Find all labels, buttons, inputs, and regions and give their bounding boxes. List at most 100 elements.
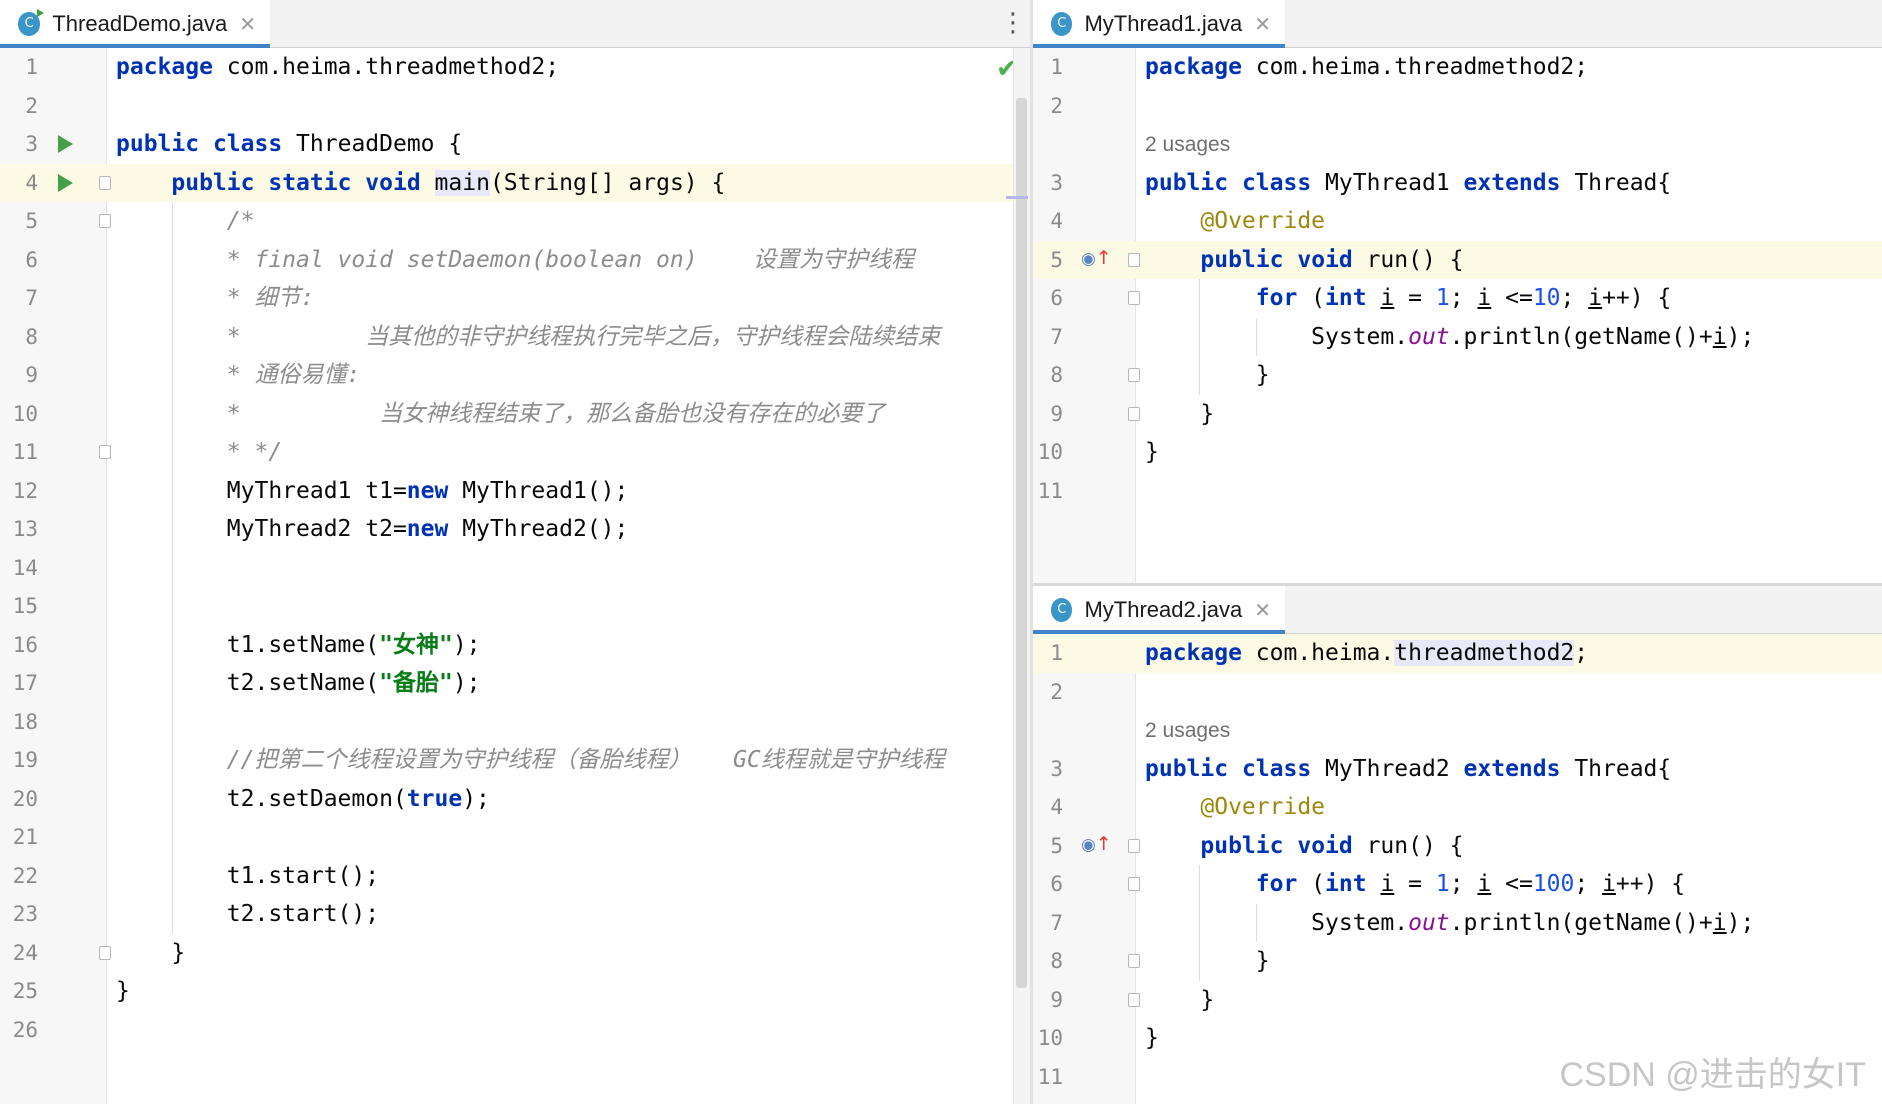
code-line[interactable]: 7 System.out.println(getName()+i); (1033, 904, 1882, 943)
fold-icon[interactable] (99, 945, 111, 960)
line-number: 6 (1050, 286, 1063, 310)
fold-icon[interactable] (1128, 954, 1140, 968)
line-number: 14 (12, 555, 38, 580)
code-line[interactable]: 5 public void run() { (1033, 827, 1882, 866)
code-line[interactable]: 21 (0, 818, 1013, 857)
fold-icon[interactable] (1128, 838, 1140, 853)
code-token: ); (1726, 323, 1755, 350)
left-scrollbar[interactable] (1013, 48, 1030, 1104)
code-line[interactable]: 17 t2.setName("备胎"); (0, 664, 1013, 703)
code-line[interactable]: 25} (0, 972, 1013, 1011)
code-text: public class MyThread1 extends Thread{ (1145, 164, 1671, 203)
scrollbar-thumb[interactable] (1016, 98, 1027, 988)
code-line[interactable]: 2 (1033, 87, 1882, 126)
code-token: ; (1449, 285, 1478, 311)
code-line[interactable]: 6 * final void setDaemon(boolean on) 设置为… (0, 241, 1013, 280)
fold-icon[interactable] (1128, 252, 1140, 267)
run-icon[interactable] (58, 173, 73, 192)
code-line[interactable]: 9 } (1033, 981, 1882, 1020)
close-icon[interactable]: ✕ (239, 12, 256, 36)
code-line[interactable]: 2 usages (1033, 711, 1882, 750)
code-text: for (int i = 1; i <=100; i++) { (1145, 865, 1685, 904)
code-line[interactable]: 22 t1.start(); (0, 857, 1013, 896)
code-line[interactable]: 8 * 当其他的非守护线程执行完毕之后，守护线程会陆续结束 (0, 318, 1013, 357)
code-line[interactable]: 11 (1033, 472, 1882, 511)
fold-icon[interactable] (1128, 877, 1140, 891)
tab-mythread2[interactable]: C MyThread2.java ✕ (1033, 586, 1285, 634)
code-token: ; (1560, 285, 1589, 311)
close-icon[interactable]: ✕ (1254, 598, 1271, 622)
fold-icon[interactable] (1128, 291, 1140, 305)
code-text: MyThread2 t2=new MyThread2(); (116, 510, 629, 549)
code-line[interactable]: 23 t2.start(); (0, 895, 1013, 934)
code-line[interactable]: 18 (0, 703, 1013, 742)
fold-icon[interactable] (1128, 368, 1140, 382)
code-line[interactable]: 10} (1033, 433, 1882, 472)
left-code-area[interactable]: 1 package com.heima.threadmethod2; 2 3 publi… (0, 48, 1013, 1104)
code-line[interactable]: 14 (0, 549, 1013, 588)
code-line[interactable]: 11 * */ (0, 433, 1013, 472)
code-line[interactable]: 13 MyThread2 t2=new MyThread2(); (0, 510, 1013, 549)
code-line[interactable]: 4 public static void main(String[] args)… (0, 163, 1013, 202)
code-line[interactable]: 8 } (1033, 942, 1882, 981)
fold-icon[interactable] (99, 214, 111, 228)
code-token: void (365, 169, 421, 196)
fold-icon[interactable] (99, 445, 111, 459)
fold-icon[interactable] (99, 175, 111, 190)
code-line[interactable]: 15 (0, 587, 1013, 626)
override-method-icon[interactable]: ◉↑ (1081, 247, 1112, 269)
code-line[interactable]: 19 //把第二个线程设置为守护线程（备胎线程） GC线程就是守护线程 (0, 741, 1013, 780)
code-line[interactable]: 9 * 通俗易懂: (0, 356, 1013, 395)
line-number: 22 (12, 863, 38, 888)
code-line[interactable]: 9 } (1033, 395, 1882, 434)
right-top-code-area[interactable]: 1 package com.heima.threadmethod2; 2 2 usag… (1033, 48, 1882, 583)
java-class-icon: C (1051, 11, 1073, 36)
code-line[interactable]: 1 package com.heima.threadmethod2; (1033, 634, 1882, 673)
code-line[interactable]: 2 (0, 87, 1013, 126)
code-token: extends (1463, 169, 1561, 196)
code-line[interactable]: 2 (1033, 673, 1882, 712)
code-line[interactable]: 7 * 细节: (0, 279, 1013, 318)
tab-mythread1[interactable]: C MyThread1.java ✕ (1033, 0, 1285, 48)
code-line[interactable]: 10 * 当女神线程结束了，那么备胎也没有存在的必要了 (0, 395, 1013, 434)
code-line[interactable]: 3 public class MyThread1 extends Thread{ (1033, 164, 1882, 203)
line-number: 1 (1050, 641, 1063, 665)
line-number: 24 (12, 940, 38, 965)
fold-icon[interactable] (1128, 406, 1140, 421)
code-line[interactable]: 4 @Override (1033, 788, 1882, 827)
code-line[interactable]: 2 usages (1033, 125, 1882, 164)
code-line[interactable]: 1 package com.heima.threadmethod2; (0, 48, 1013, 87)
override-method-icon[interactable]: ◉↑ (1081, 833, 1112, 855)
code-line[interactable]: 3 public class MyThread2 extends Thread{ (1033, 750, 1882, 789)
code-token: for (1255, 285, 1298, 311)
code-line[interactable]: 26 (0, 1011, 1013, 1050)
code-token: package (1145, 640, 1242, 666)
line-number: 3 (25, 132, 38, 156)
code-line[interactable]: 20 t2.setDaemon(true); (0, 780, 1013, 819)
code-line[interactable]: 12 MyThread1 t1=new MyThread1(); (0, 472, 1013, 511)
more-options-icon[interactable]: ⋮ (1000, 10, 1026, 36)
fold-icon[interactable] (1128, 992, 1140, 1007)
line-number: 19 (12, 748, 38, 772)
code-line[interactable]: 6 for (int i = 1; i <=100; i++) { (1033, 865, 1882, 904)
code-token: MyThread1(); (448, 477, 629, 504)
code-line[interactable]: 6 for (int i = 1; i <=10; i++) { (1033, 279, 1882, 318)
code-line[interactable]: 16 t1.setName("女神"); (0, 626, 1013, 665)
close-icon[interactable]: ✕ (1254, 12, 1271, 36)
code-line[interactable]: 5 public void run() { (1033, 240, 1882, 279)
code-line[interactable]: 3 public class ThreadDemo { (0, 125, 1013, 164)
tab-threaddemo[interactable]: C ThreadDemo.java ✕ (0, 0, 270, 48)
line-number: 16 (12, 632, 38, 657)
line-number: 23 (12, 902, 38, 926)
code-line[interactable]: 5 /* (0, 202, 1013, 241)
line-number: 13 (12, 517, 38, 541)
code-line[interactable]: 8 } (1033, 356, 1882, 395)
code-line[interactable]: 24 } (0, 934, 1013, 973)
right-bottom-code-area[interactable]: 1 package com.heima.threadmethod2; 2 2 usag… (1033, 634, 1882, 1104)
code-token: com.heima. (1241, 640, 1395, 666)
code-line[interactable]: 1 package com.heima.threadmethod2; (1033, 48, 1882, 87)
code-line[interactable]: 4 @Override (1033, 202, 1882, 241)
run-icon[interactable] (58, 135, 73, 153)
code-line[interactable]: 7 System.out.println(getName()+i); (1033, 318, 1882, 357)
code-token: i (1712, 323, 1727, 350)
